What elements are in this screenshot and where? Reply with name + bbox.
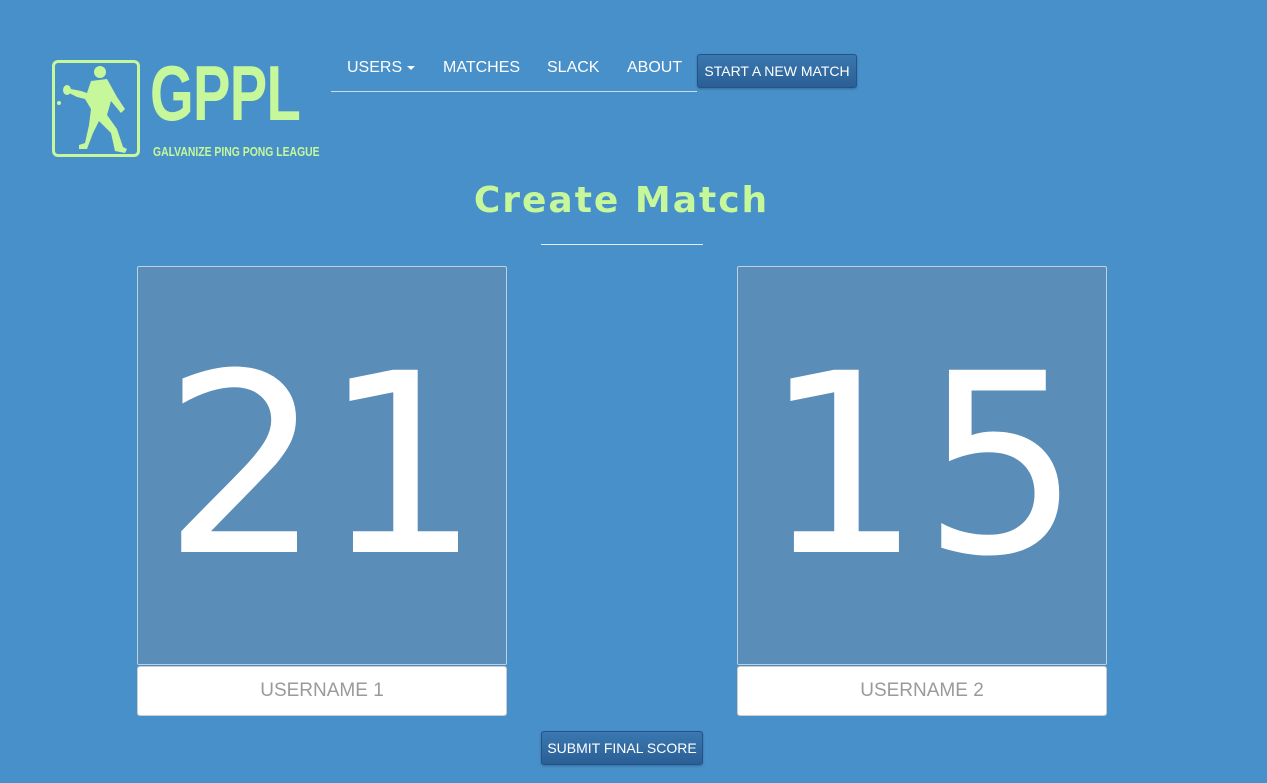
start-new-match-button[interactable]: START A NEW MATCH	[697, 54, 857, 88]
brand-title: GPPL	[150, 49, 301, 137]
submit-final-score-button[interactable]: SUBMIT FINAL SCORE	[541, 731, 703, 765]
brand-logo[interactable]: GPPL GALVANIZE PING PONG LEAGUE	[52, 54, 322, 162]
username1-input[interactable]	[137, 666, 507, 716]
page-title: Create Match	[473, 180, 770, 221]
title-divider	[541, 244, 703, 245]
username2-input[interactable]	[737, 666, 1107, 716]
nav-about[interactable]: ABOUT	[627, 59, 682, 77]
nav-users-dropdown[interactable]: USERS	[347, 59, 416, 77]
nav-slack[interactable]: SLACK	[547, 59, 599, 77]
player2-score[interactable]: 15	[737, 266, 1107, 665]
ping-pong-player-icon	[52, 60, 140, 157]
nav-users-label: USERS	[347, 59, 403, 76]
main-nav: USERS MATCHES SLACK ABOUT	[331, 53, 697, 92]
brand-subtitle: GALVANIZE PING PONG LEAGUE	[153, 144, 320, 159]
caret-down-icon	[407, 65, 416, 70]
player1-score[interactable]: 21	[137, 266, 507, 665]
nav-matches[interactable]: MATCHES	[443, 59, 520, 77]
player-silhouette	[57, 66, 127, 153]
